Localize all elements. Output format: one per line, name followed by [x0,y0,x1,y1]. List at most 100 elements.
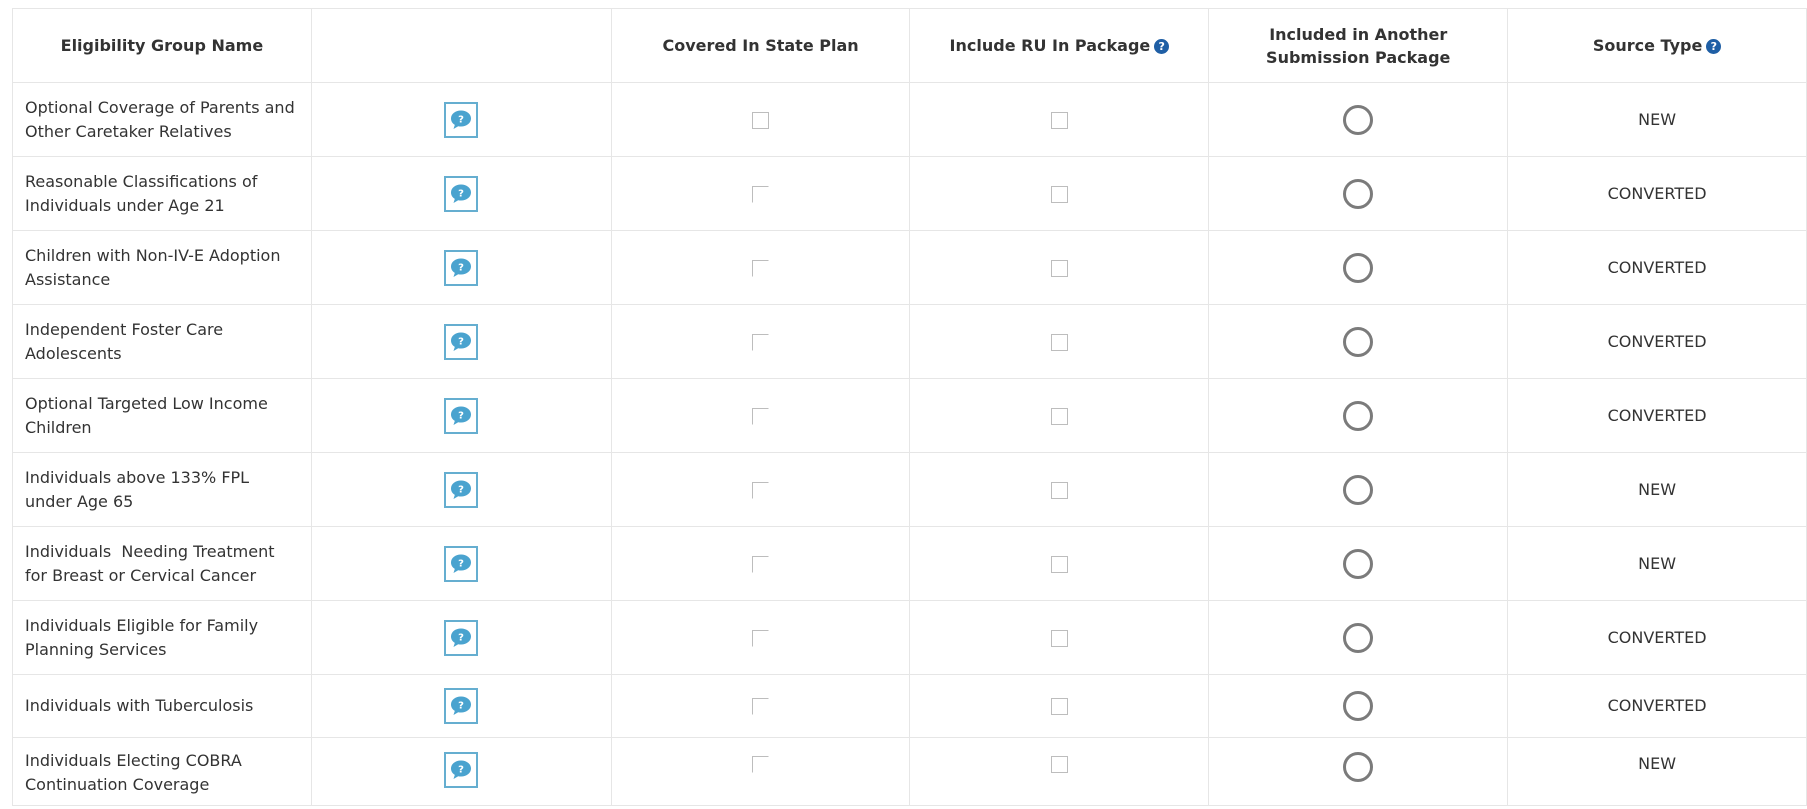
included-other-cell [1208,230,1509,305]
include-ru-cell [909,600,1210,675]
eligibility-group-name: Children with Non-IV-E Adoption Assistan… [25,245,286,289]
question-circle-icon[interactable]: ? [1154,39,1170,54]
eligibility-group-name-cell: Optional Targeted Low Income Children [12,378,312,453]
svg-text:?: ? [458,558,464,569]
info-bubble-icon[interactable]: ? [444,397,479,434]
info-bubble-icon[interactable]: ? [444,752,479,788]
covered-cell [610,156,911,231]
covered-in-state-plan-checkbox[interactable] [752,756,770,773]
svg-text:?: ? [458,262,464,273]
info-bubble-icon[interactable]: ? [444,175,479,212]
included-in-another-package-radio[interactable] [1343,104,1374,135]
covered-in-state-plan-checkbox[interactable] [752,555,770,573]
eligibility-group-name-cell: Independent Foster Care Adolescents [12,304,312,379]
include-ru-checkbox[interactable] [1050,333,1068,351]
included-in-another-package-radio[interactable] [1343,474,1374,505]
include-ru-checkbox[interactable] [1050,481,1068,499]
included-in-another-package-radio[interactable] [1343,622,1374,653]
covered-in-state-plan-checkbox[interactable] [752,259,770,277]
table-row: Individuals Needing Treatment for Breast… [12,526,1807,601]
include-ru-checkbox[interactable] [1050,629,1068,647]
covered-in-state-plan-checkbox[interactable] [752,407,770,425]
source-type-value: CONVERTED [1607,183,1707,203]
include-ru-checkbox[interactable] [1050,407,1068,425]
source-type-cell: CONVERTED [1507,230,1807,305]
covered-in-state-plan-checkbox[interactable] [752,698,770,715]
included-in-another-package-radio[interactable] [1343,326,1374,357]
covered-cell [610,526,911,601]
info-cell: ? [310,600,612,675]
covered-cell [610,230,911,305]
table-body: Optional Coverage of Parents and Other C… [12,82,1807,806]
source-type-cell: CONVERTED [1507,674,1807,738]
eligibility-group-name-cell: Optional Coverage of Parents and Other C… [12,82,312,157]
include-ru-checkbox[interactable] [1050,259,1068,277]
include-ru-cell [909,82,1210,157]
eligibility-group-name-cell: Individuals Eligible for Family Planning… [12,600,312,675]
question-circle-icon[interactable]: ? [1706,39,1722,54]
covered-in-state-plan-checkbox[interactable] [752,333,770,351]
table-row: Individuals Electing COBRA Continuation … [12,737,1807,806]
header-include-ru-in-package: Include RU In Package? [909,8,1210,83]
source-type-cell: CONVERTED [1507,304,1807,379]
source-type-cell: NEW [1507,737,1807,806]
info-bubble-icon[interactable]: ? [444,471,479,508]
info-bubble-icon[interactable]: ? [444,101,479,138]
table-row: Reasonable Classifications of Individual… [12,156,1807,231]
include-ru-checkbox[interactable] [1050,698,1068,715]
included-other-cell [1208,674,1509,738]
covered-in-state-plan-checkbox[interactable] [752,481,770,499]
table-row: Optional Targeted Low Income Children? CO… [12,378,1807,453]
included-in-another-package-radio[interactable] [1343,178,1374,209]
eligibility-group-name: Independent Foster Care Adolescents [25,319,229,363]
eligibility-group-name: Individuals Needing Treatment for Breast… [25,541,280,585]
covered-in-state-plan-checkbox[interactable] [752,185,770,203]
source-type-value: NEW [1638,754,1677,773]
include-ru-cell [909,526,1210,601]
info-cell: ? [310,82,612,157]
info-bubble-icon[interactable]: ? [444,545,479,582]
covered-cell [610,452,911,527]
included-in-another-package-radio[interactable] [1343,548,1374,579]
covered-in-state-plan-checkbox[interactable] [752,629,770,647]
included-other-cell [1208,378,1509,453]
include-ru-cell [909,304,1210,379]
include-ru-checkbox[interactable] [1050,111,1068,129]
source-type-cell: NEW [1507,526,1807,601]
info-cell: ? [310,156,612,231]
covered-cell [610,304,911,379]
eligibility-group-name-cell: Individuals Electing COBRA Continuation … [12,737,312,806]
header-included-in-another-package: Included in Another Submission Package [1208,8,1509,83]
svg-text:?: ? [458,765,464,776]
include-ru-cell [909,230,1210,305]
source-type-value: CONVERTED [1607,331,1707,351]
include-ru-checkbox[interactable] [1050,756,1068,773]
eligibility-group-name: Individuals above 133% FPL under Age 65 [25,467,255,511]
header-source-type-label: Source Type [1592,36,1703,55]
svg-text:?: ? [458,188,464,199]
svg-text:?: ? [458,701,464,712]
header-source-type: Source Type? [1507,8,1807,83]
included-in-another-package-radio[interactable] [1343,400,1374,431]
info-bubble-icon[interactable]: ? [444,688,479,724]
header-included-other-label: Included in Another Submission Package [1266,24,1451,67]
eligibility-group-name: Optional Coverage of Parents and Other C… [25,97,300,141]
info-bubble-icon[interactable]: ? [444,323,479,360]
covered-in-state-plan-checkbox[interactable] [752,111,770,129]
included-in-another-package-radio[interactable] [1343,252,1374,283]
included-in-another-package-radio[interactable] [1343,691,1374,721]
source-type-value: CONVERTED [1607,627,1707,647]
info-bubble-icon[interactable]: ? [444,249,479,286]
covered-cell [610,378,911,453]
eligibility-group-name: Individuals Electing COBRA Continuation … [25,751,247,794]
table-row: Independent Foster Care Adolescents? CONV… [12,304,1807,379]
source-type-value: NEW [1638,553,1677,573]
svg-text:?: ? [458,484,464,495]
header-eligibility-group-name: Eligibility Group Name [12,8,312,83]
info-bubble-icon[interactable]: ? [444,619,479,656]
included-in-another-package-radio[interactable] [1343,752,1374,782]
include-ru-checkbox[interactable] [1050,555,1068,573]
include-ru-cell [909,378,1210,453]
include-ru-checkbox[interactable] [1050,185,1068,203]
eligibility-group-name: Reasonable Classifications of Individual… [25,171,263,215]
